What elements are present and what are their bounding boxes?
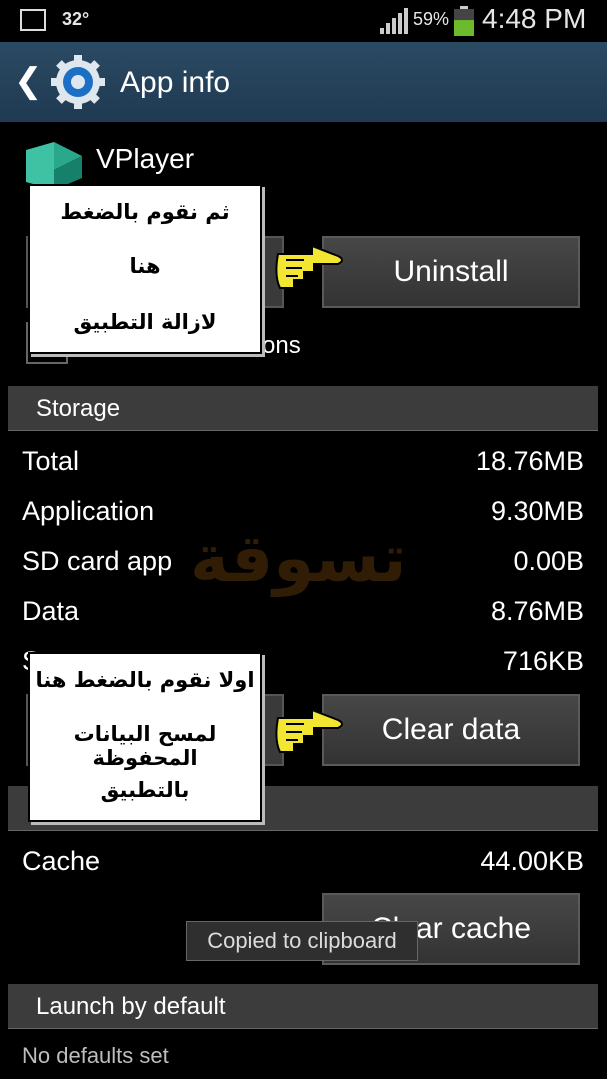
callout-line: اولا نقوم بالضغط هنا bbox=[35, 668, 255, 692]
no-defaults-text: No defaults set bbox=[22, 1043, 169, 1068]
storage-value: 0.00B bbox=[513, 546, 584, 576]
pointing-hand-icon bbox=[275, 244, 343, 289]
launch-section-header: Launch by default bbox=[8, 984, 598, 1029]
watermark-logo: تسوقة bbox=[190, 520, 407, 597]
gallery-notification-icon bbox=[20, 9, 46, 31]
storage-row-total: Total 18.76MB bbox=[22, 446, 584, 482]
cache-value: 44.00KB bbox=[480, 846, 584, 876]
instruction-callout-uninstall: ثم نقوم بالضغط هنا لازالة التطبيق bbox=[28, 184, 262, 354]
callout-line: لازالة التطبيق bbox=[73, 310, 217, 334]
back-arrow-icon[interactable]: ❮ bbox=[14, 64, 43, 98]
show-notifications-label: ons bbox=[262, 332, 301, 359]
status-bar: 32° 59% 4:48 PM bbox=[0, 0, 607, 42]
callout-line: ثم نقوم بالضغط bbox=[60, 200, 230, 224]
storage-label: Data bbox=[22, 596, 80, 626]
callout-line: هنا bbox=[129, 254, 161, 278]
launch-header-label: Launch by default bbox=[36, 993, 226, 1020]
cache-label: Cache bbox=[22, 846, 101, 876]
uninstall-button[interactable]: Uninstall bbox=[322, 236, 580, 308]
clock: 4:48 PM bbox=[482, 3, 587, 34]
vplayer-app-icon bbox=[26, 142, 82, 190]
action-bar: ❮ App info bbox=[0, 42, 607, 122]
storage-header-label: Storage bbox=[36, 395, 121, 422]
page-title: App info bbox=[120, 66, 231, 99]
app-name: VPlayer bbox=[96, 143, 195, 174]
toast-message: Copied to clipboard bbox=[186, 921, 418, 961]
storage-label: SD card app bbox=[22, 546, 173, 576]
signal-strength-icon bbox=[380, 8, 408, 34]
battery-icon bbox=[454, 6, 474, 36]
settings-gear-icon bbox=[51, 55, 105, 109]
storage-value: 9.30MB bbox=[490, 496, 584, 526]
storage-section-header: Storage bbox=[8, 386, 598, 431]
clear-data-button[interactable]: Clear data bbox=[322, 694, 580, 766]
storage-value: 18.76MB bbox=[475, 446, 584, 476]
temperature-text: 32° bbox=[62, 9, 90, 29]
storage-label: Total bbox=[22, 446, 80, 476]
battery-percent: 59% bbox=[413, 9, 450, 29]
storage-row-data: Data 8.76MB bbox=[22, 596, 584, 632]
storage-value: 716KB bbox=[502, 646, 584, 676]
storage-label: Application bbox=[22, 496, 155, 526]
callout-line: بالتطبيق bbox=[100, 778, 190, 802]
storage-value: 8.76MB bbox=[490, 596, 584, 626]
cache-row: Cache 44.00KB bbox=[22, 846, 584, 882]
instruction-callout-clear-data: اولا نقوم بالضغط هنا لمسح البيانات المحف… bbox=[28, 652, 262, 822]
callout-line: لمسح البيانات المحفوظة bbox=[73, 722, 217, 770]
pointing-hand-icon bbox=[275, 708, 343, 753]
